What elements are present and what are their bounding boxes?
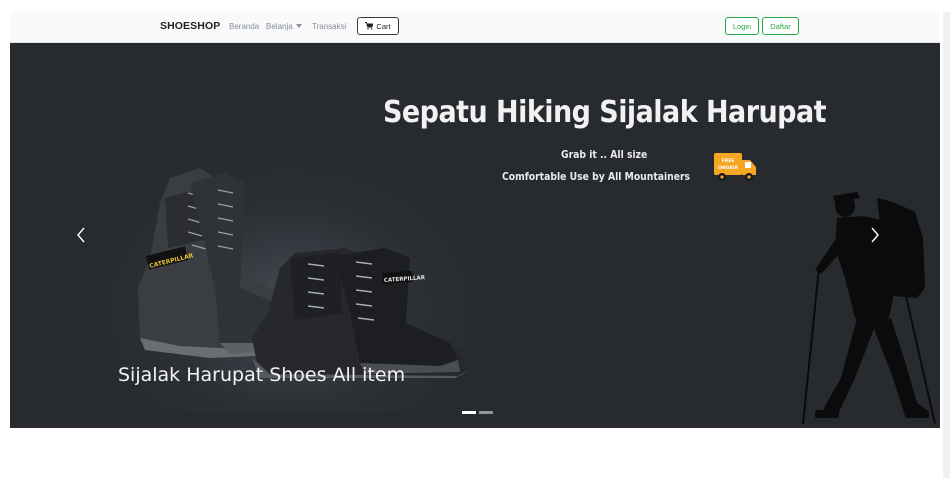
login-button[interactable]: Login	[725, 17, 759, 35]
badge-text-bottom: ONGKIR	[718, 165, 738, 171]
cart-button[interactable]: Cart	[357, 17, 399, 35]
chevron-right-icon	[871, 227, 879, 243]
nav-link-belanja-label: Belanja	[266, 22, 293, 31]
nav-dropdown-belanja[interactable]: Belanja	[266, 22, 302, 31]
hero-subline-2: Comfortable Use by All Mountainers	[502, 171, 691, 183]
hero-subline-1: Grab it .. All size	[561, 149, 648, 161]
hero-headline: Sepatu Hiking Sijalak Harupat	[383, 95, 827, 130]
hiker-silhouette-image	[802, 192, 936, 425]
cart-icon	[365, 22, 374, 30]
hiking-boots-image: CATERPILLAR CATERPILLAR	[138, 168, 468, 378]
scrollbar[interactable]	[943, 12, 950, 478]
carousel-indicator-1[interactable]	[462, 411, 476, 414]
navbar: SHOESHOP Beranda Belanja Transaksi Cart …	[10, 12, 940, 43]
slide-caption: Sijalak Harupat Shoes All item	[118, 364, 406, 386]
chevron-left-icon	[77, 227, 85, 243]
cart-label: Cart	[376, 21, 391, 31]
brand-logo[interactable]: SHOESHOP	[160, 20, 220, 32]
nav-link-beranda[interactable]: Beranda	[229, 22, 259, 31]
free-shipping-truck-icon: FREE ONGKIR	[714, 153, 756, 181]
carousel-next-control[interactable]	[866, 223, 884, 247]
register-button[interactable]: Daftar	[762, 17, 799, 35]
hero-carousel: CATERPILLAR CATERPILLAR Sepatu Hiking Si…	[10, 43, 940, 428]
caret-down-icon	[295, 24, 302, 28]
carousel-indicator-2[interactable]	[479, 411, 493, 414]
badge-text-top: FREE	[722, 158, 735, 164]
carousel-indicators	[462, 411, 493, 414]
carousel-prev-control[interactable]	[72, 223, 90, 247]
nav-link-transaksi[interactable]: Transaksi	[312, 22, 346, 31]
